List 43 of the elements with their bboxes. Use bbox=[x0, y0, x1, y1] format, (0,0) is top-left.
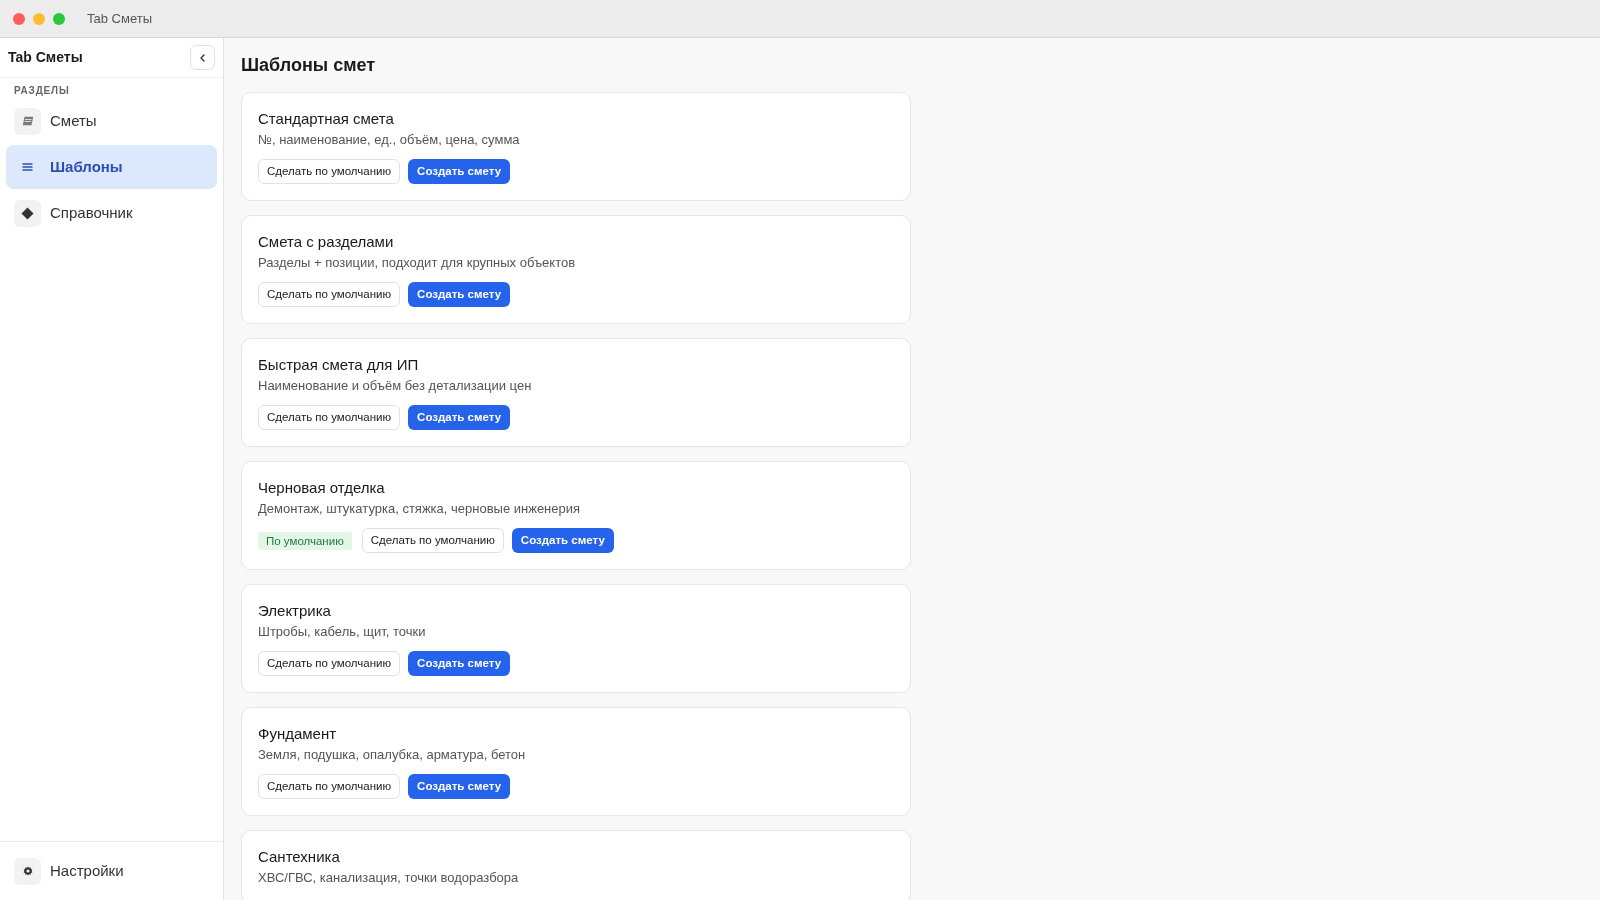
window-title: Tab Сметы bbox=[87, 9, 152, 28]
gear-icon bbox=[14, 857, 41, 885]
template-title: Фундамент bbox=[258, 724, 337, 744]
template-title: Черновая отделка bbox=[258, 478, 385, 498]
create-estimate-button[interactable]: Создать смету bbox=[408, 405, 511, 430]
sidebar-title: Tab Сметы bbox=[8, 48, 83, 67]
create-estimate-button[interactable]: Создать смету bbox=[408, 159, 511, 184]
template-description: Штробы, кабель, щит, точки bbox=[258, 623, 426, 641]
template-description: Демонтаж, штукатурка, стяжка, черновые инженерия bbox=[258, 500, 581, 518]
page-title: Шаблоны смет bbox=[241, 54, 376, 77]
section-label: РАЗДЕЛЫ bbox=[14, 85, 70, 96]
set-default-button[interactable]: Сделать по умолчанию bbox=[258, 651, 401, 676]
set-default-button[interactable]: Сделать по умолчанию bbox=[258, 159, 401, 184]
minimize-button[interactable] bbox=[33, 12, 45, 25]
set-default-button[interactable]: Сделать по умолчанию bbox=[258, 405, 401, 430]
list-icon bbox=[22, 163, 33, 171]
template-title: Смета с разделами bbox=[258, 232, 394, 252]
template-description: №, наименование, ед., объём, цена, сумма bbox=[258, 131, 520, 149]
template-description: ХВС/ГВС, канализация, точки водоразбора bbox=[258, 869, 519, 887]
sidebar-item[interactable]: Справочник bbox=[6, 191, 217, 235]
create-estimate-button[interactable]: Создать смету bbox=[408, 651, 511, 676]
default-badge: По умолчанию bbox=[258, 531, 352, 550]
sidebar-item[interactable]: Сметы bbox=[6, 99, 217, 143]
template-title: Сантехника bbox=[258, 847, 340, 867]
template-title: Электрика bbox=[258, 601, 331, 621]
close-button[interactable] bbox=[13, 12, 25, 25]
chevron-left-icon bbox=[200, 53, 205, 62]
settings-item[interactable]: Настройки bbox=[6, 849, 217, 893]
sidebar-item[interactable]: Шаблоны bbox=[6, 145, 217, 189]
collapse-button[interactable] bbox=[190, 45, 215, 70]
set-default-button[interactable]: Сделать по умолчанию bbox=[361, 528, 504, 553]
template-title: Быстрая смета для ИП bbox=[258, 355, 419, 375]
set-default-button[interactable]: Сделать по умолчанию bbox=[258, 282, 401, 307]
document-icon bbox=[14, 107, 41, 135]
maximize-button[interactable] bbox=[53, 12, 65, 25]
set-default-button[interactable]: Сделать по умолчанию bbox=[258, 774, 401, 799]
create-estimate-button[interactable]: Создать смету bbox=[408, 774, 511, 799]
template-description: Земля, подушка, опалубка, арматура, бетон bbox=[258, 746, 526, 764]
create-estimate-button[interactable]: Создать смету bbox=[511, 528, 614, 553]
template-description: Наименование и объём без детализации цен bbox=[258, 377, 532, 395]
create-estimate-button[interactable]: Создать смету bbox=[408, 282, 511, 307]
template-description: Разделы + позиции, подходит для крупных объектов bbox=[258, 254, 576, 272]
template-title: Стандартная смета bbox=[258, 109, 394, 129]
